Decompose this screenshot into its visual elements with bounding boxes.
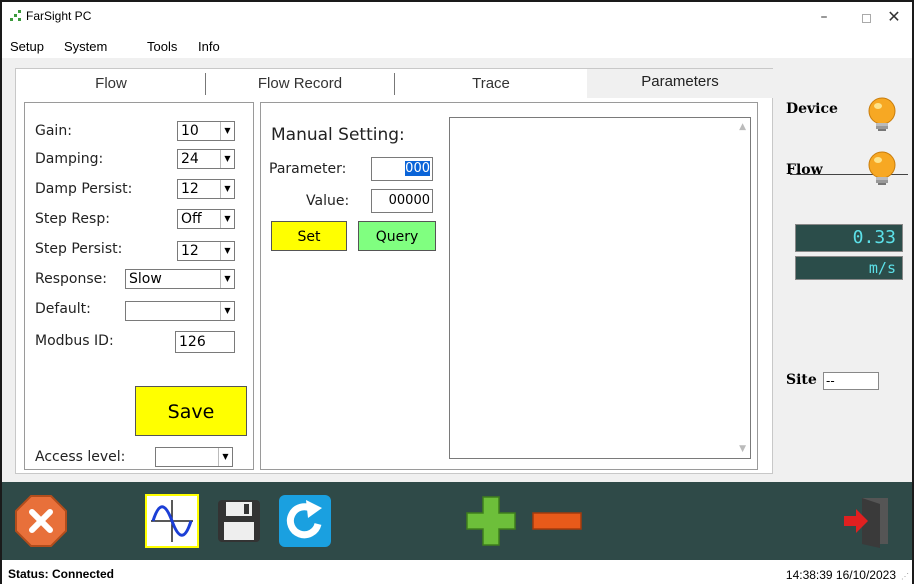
flow-status-bulb-icon [868, 151, 896, 185]
refresh-icon[interactable] [278, 494, 332, 548]
tab-strip: Flow Flow Record Trace Parameters [15, 68, 773, 99]
flow-unit-display: m/s [795, 256, 903, 280]
scroll-down-icon[interactable]: ▼ [739, 444, 746, 454]
waveform-icon[interactable] [145, 494, 199, 548]
minus-icon[interactable] [530, 494, 584, 548]
modbus-id-field[interactable]: 126 [175, 331, 235, 353]
device-status-bulb-icon [868, 97, 896, 131]
gain-select[interactable]: 10 ▼ [177, 121, 235, 141]
app-logo-icon [10, 10, 22, 22]
step-persist-select[interactable]: 12 ▼ [177, 241, 235, 261]
damping-value: 24 [181, 151, 199, 167]
tab-flow-record-label: Flow Record [257, 75, 343, 92]
default-select[interactable]: ▼ [125, 301, 235, 321]
manual-setting-title: Manual Setting: [271, 125, 405, 145]
default-label: Default: [35, 301, 91, 317]
chevron-down-icon: ▼ [220, 150, 234, 168]
menu-setup[interactable]: Setup [10, 39, 44, 54]
bottom-toolbar [2, 482, 912, 560]
tab-trace-label: Trace [472, 75, 510, 92]
save-button[interactable]: Save [135, 386, 247, 436]
response-output-textarea[interactable]: ▲ ▼ [449, 117, 751, 459]
exit-door-icon[interactable] [840, 494, 894, 548]
parameter-label: Parameter: [269, 161, 347, 177]
app-window: FarSight PC – ✕ Setup System Tools Info … [0, 0, 914, 584]
site-label: Site [786, 372, 817, 388]
close-button[interactable]: ✕ [874, 6, 914, 30]
menu-bar: Setup System Tools Info [2, 34, 912, 58]
chevron-down-icon: ▼ [220, 210, 234, 228]
menu-info[interactable]: Info [198, 39, 220, 54]
access-level-select[interactable]: ▼ [155, 447, 233, 467]
chevron-down-icon: ▼ [220, 270, 234, 288]
resize-grip-icon[interactable]: ⋰ [901, 572, 909, 581]
device-label: Device [786, 101, 838, 117]
tab-flow-record[interactable]: Flow Record [206, 69, 394, 99]
chevron-down-icon: ▼ [220, 302, 234, 320]
maximize-icon [861, 14, 871, 23]
gain-label: Gain: [35, 123, 72, 139]
flow-value-display: 0.33 [795, 224, 903, 252]
parameters-panel: Gain: 10 ▼ Damping: 24 ▼ Damp Persist: 12 ▼… [15, 98, 773, 474]
tab-flow-label: Flow [95, 75, 127, 92]
tab-trace[interactable]: Trace [395, 69, 587, 99]
step-resp-select[interactable]: Off ▼ [177, 209, 235, 229]
chevron-down-icon: ▼ [220, 242, 234, 260]
parameter-field[interactable]: 000 [371, 157, 433, 181]
step-resp-value: Off [181, 211, 202, 227]
scroll-up-icon[interactable]: ▲ [739, 122, 746, 132]
set-button[interactable]: Set [271, 221, 347, 251]
connection-status: Status: Connected [8, 567, 115, 581]
menu-system[interactable]: System [64, 39, 107, 54]
step-persist-label: Step Persist: [35, 241, 123, 257]
value-field[interactable]: 00000 [371, 189, 433, 213]
damp-persist-select[interactable]: 12 ▼ [177, 179, 235, 199]
stop-icon[interactable] [14, 494, 68, 548]
response-value: Slow [129, 271, 162, 287]
tab-flow[interactable]: Flow [16, 69, 206, 99]
chevron-down-icon: ▼ [218, 448, 232, 466]
chevron-down-icon: ▼ [220, 180, 234, 198]
tab-parameters[interactable]: Parameters [587, 69, 773, 99]
tab-parameters-label: Parameters [641, 73, 719, 90]
parameter-value: 000 [405, 161, 430, 176]
query-button[interactable]: Query [358, 221, 436, 251]
manual-setting-group: Manual Setting: Parameter: 000 Value: 00… [260, 102, 758, 470]
damping-label: Damping: [35, 151, 104, 167]
main-content: Flow Flow Record Trace Parameters Gain: … [2, 58, 912, 482]
device-settings-group: Gain: 10 ▼ Damping: 24 ▼ Damp Persist: 12 ▼… [24, 102, 254, 470]
step-resp-label: Step Resp: [35, 211, 110, 227]
step-persist-value: 12 [181, 243, 199, 259]
damp-persist-label: Damp Persist: [35, 181, 133, 197]
menu-tools[interactable]: Tools [147, 39, 177, 54]
access-level-label: Access level: [35, 449, 126, 465]
gain-value: 10 [181, 123, 199, 139]
response-select[interactable]: Slow ▼ [125, 269, 235, 289]
status-datetime: 14:38:39 16/10/2023 [785, 568, 896, 582]
minimize-button[interactable]: – [804, 6, 844, 30]
site-field: -- [823, 372, 879, 390]
save-disk-icon[interactable] [212, 494, 266, 548]
damp-persist-value: 12 [181, 181, 199, 197]
status-bar: Status: Connected 14:38:39 16/10/2023 ⋰ [2, 560, 912, 584]
damping-select[interactable]: 24 ▼ [177, 149, 235, 169]
modbus-id-label: Modbus ID: [35, 333, 114, 349]
flow-label: Flow [786, 162, 823, 178]
title-bar: FarSight PC – ✕ [2, 2, 912, 34]
status-sidebar: Device Flow 0.33 m/s Site -- [778, 94, 912, 482]
response-label: Response: [35, 271, 107, 287]
value-label: Value: [306, 193, 350, 209]
chevron-down-icon: ▼ [220, 122, 234, 140]
plus-icon[interactable] [464, 494, 518, 548]
window-title: FarSight PC [26, 9, 92, 23]
